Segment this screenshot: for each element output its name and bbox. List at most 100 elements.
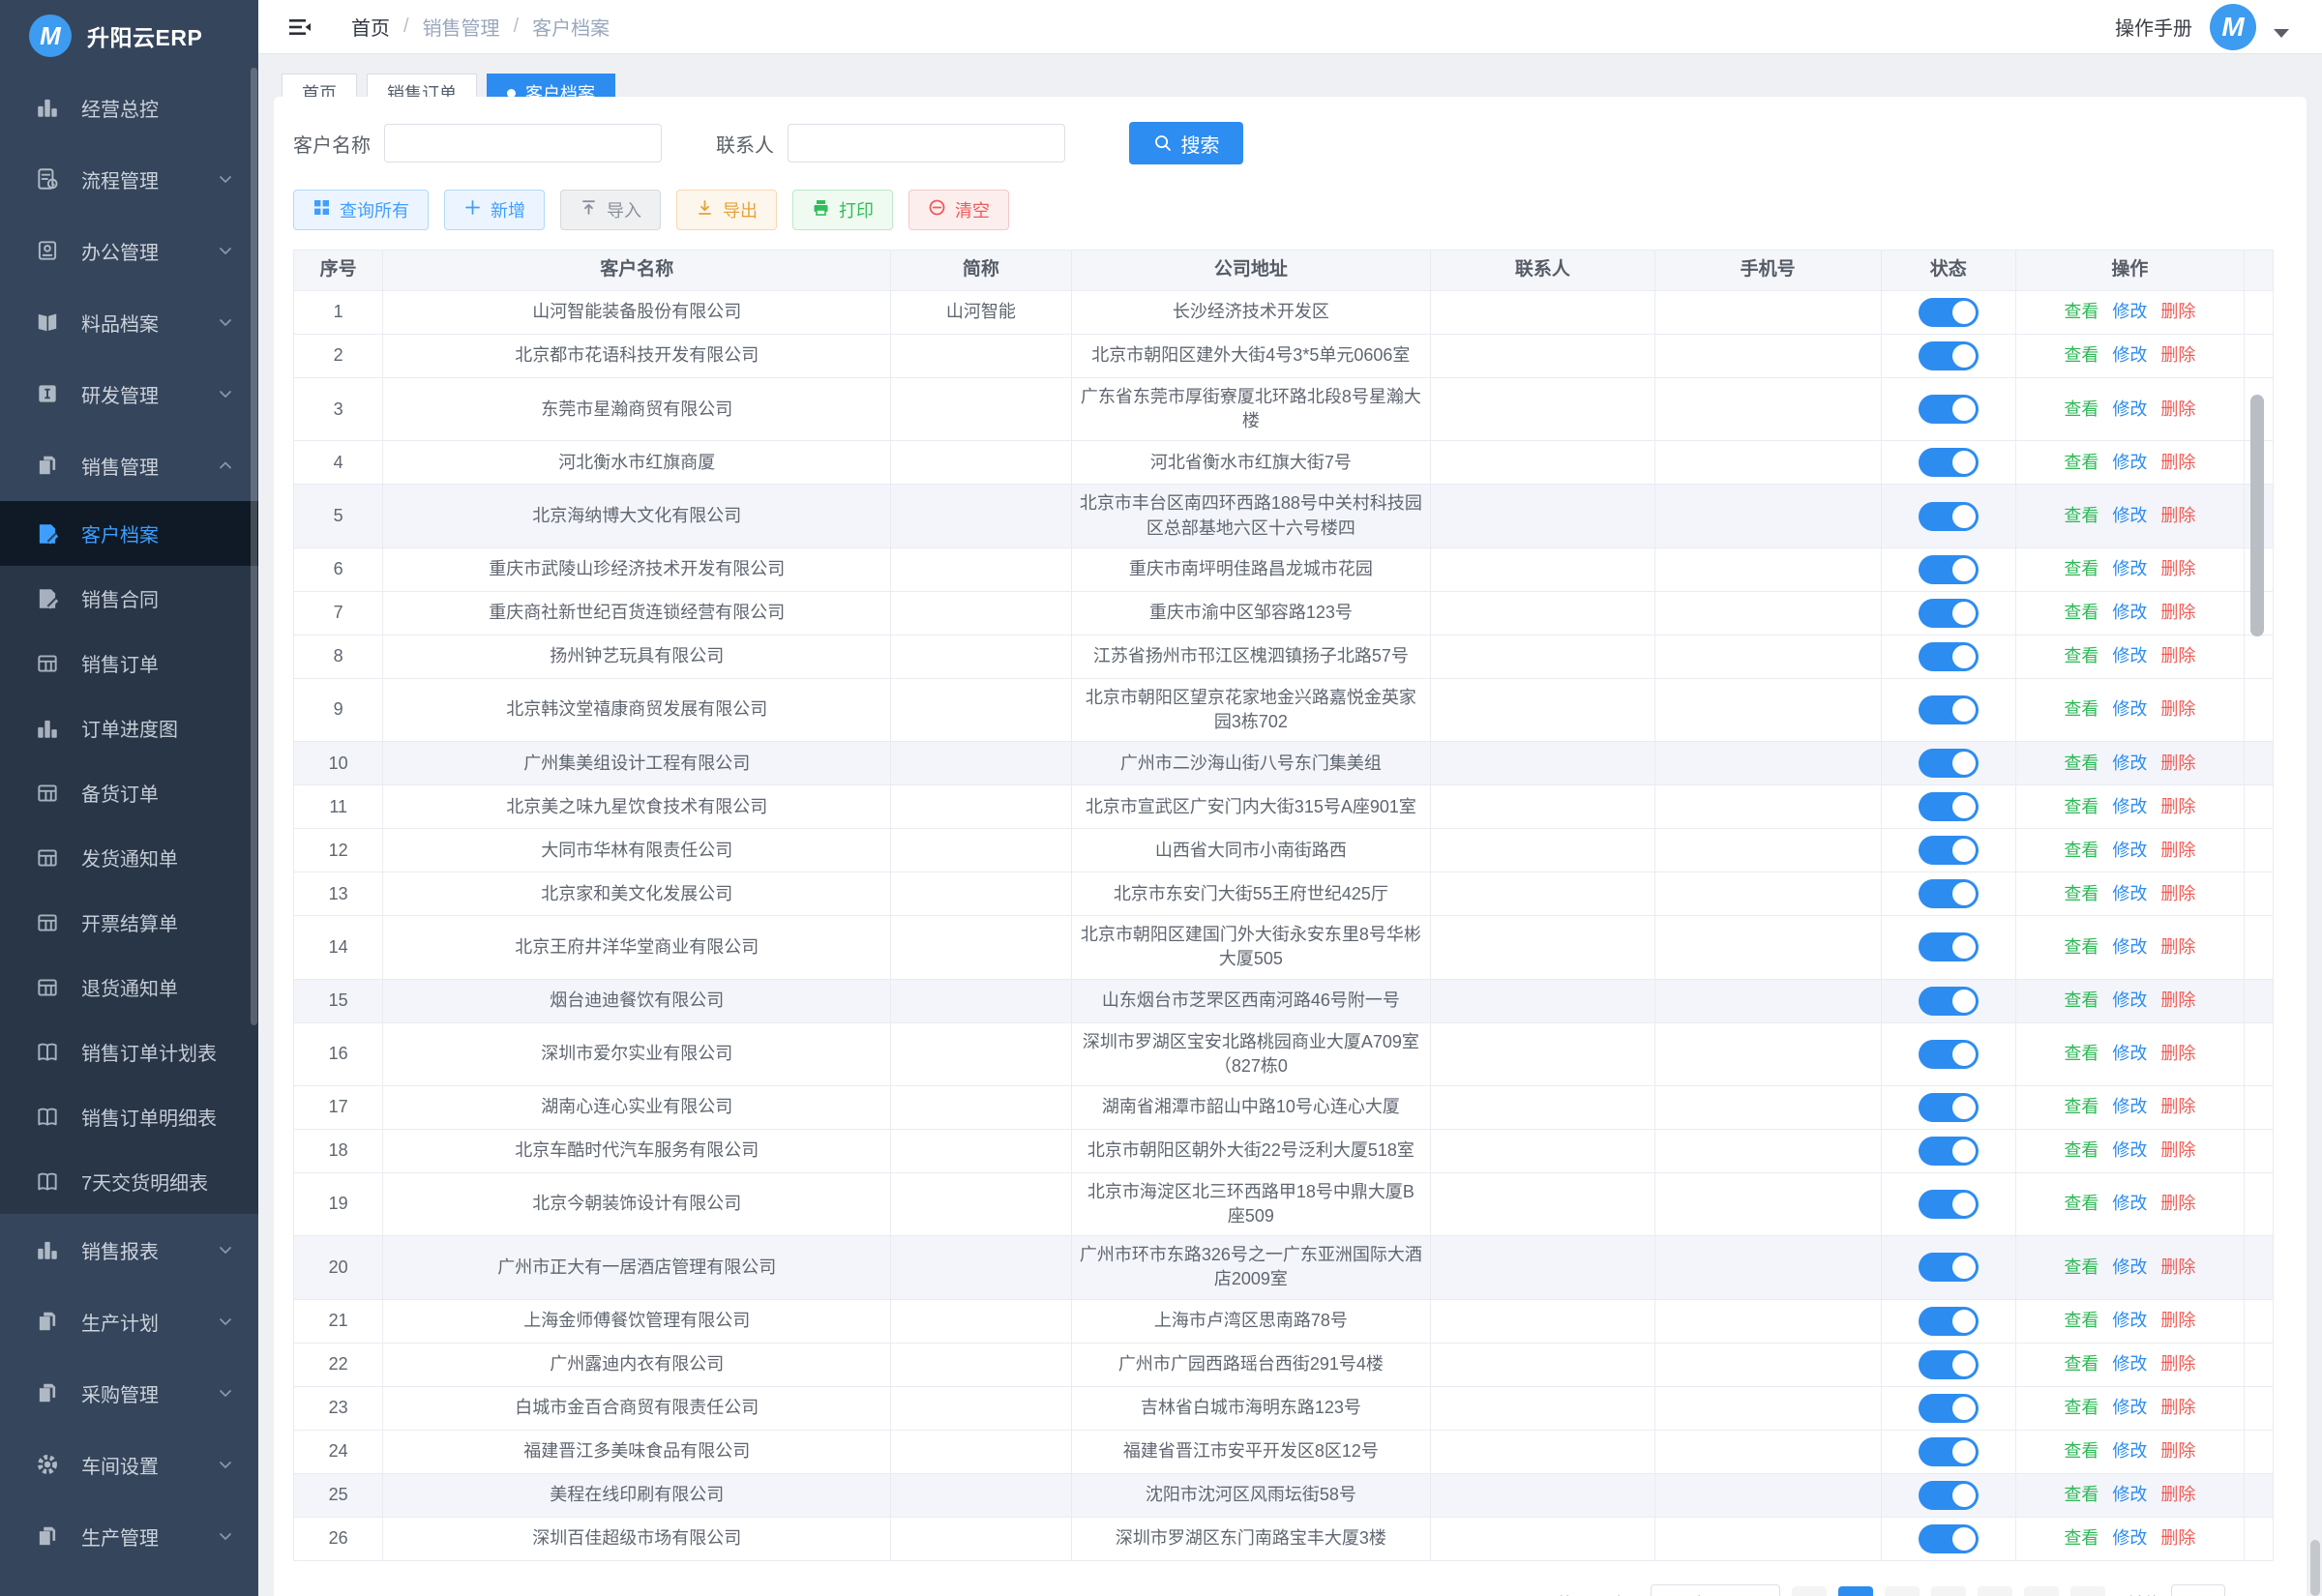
delete-link[interactable]: 删除: [2160, 559, 2195, 578]
contact-input[interactable]: [788, 124, 1065, 163]
tab-首页[interactable]: 首页: [282, 74, 357, 97]
status-toggle[interactable]: [1918, 695, 1979, 724]
goto-page-input[interactable]: [2171, 1583, 2225, 1596]
search-button[interactable]: 搜索: [1129, 122, 1243, 164]
status-toggle[interactable]: [1918, 879, 1979, 909]
edit-link[interactable]: 修改: [2112, 990, 2147, 1010]
sidebar-item-办公管理[interactable]: 办公管理: [0, 215, 258, 286]
status-toggle[interactable]: [1918, 641, 1979, 671]
edit-link[interactable]: 修改: [2112, 797, 2147, 816]
edit-link[interactable]: 修改: [2112, 1140, 2147, 1160]
view-link[interactable]: 查看: [2064, 797, 2099, 816]
sidebar-item-销售合同[interactable]: 销售合同: [0, 566, 258, 631]
sidebar-item-采购管理[interactable]: 采购管理: [0, 1357, 258, 1429]
delete-link[interactable]: 删除: [2160, 453, 2195, 472]
sidebar-item-退货通知单[interactable]: 退货通知单: [0, 955, 258, 1020]
status-toggle[interactable]: [1918, 1480, 1979, 1510]
sidebar-item-7天交货明细表[interactable]: 7天交货明细表: [0, 1149, 258, 1214]
tab-销售订单[interactable]: 销售订单: [367, 74, 477, 97]
status-toggle[interactable]: [1918, 1136, 1979, 1166]
user-avatar[interactable]: M: [2210, 3, 2256, 50]
edit-link[interactable]: 修改: [2112, 1354, 2147, 1374]
edit-link[interactable]: 修改: [2112, 1044, 2147, 1063]
edit-link[interactable]: 修改: [2112, 841, 2147, 860]
sidebar-item-料品档案[interactable]: 料品档案: [0, 286, 258, 358]
delete-link[interactable]: 删除: [2160, 1044, 2195, 1063]
view-link[interactable]: 查看: [2064, 345, 2099, 365]
sidebar-item-销售报表[interactable]: 销售报表: [0, 1214, 258, 1286]
edit-link[interactable]: 修改: [2112, 1194, 2147, 1213]
status-toggle[interactable]: [1918, 792, 1979, 822]
sidebar-item-车间设置[interactable]: 车间设置: [0, 1429, 258, 1500]
view-link[interactable]: 查看: [2064, 1257, 2099, 1277]
status-toggle[interactable]: [1918, 1092, 1979, 1122]
status-toggle[interactable]: [1918, 1306, 1979, 1336]
edit-link[interactable]: 修改: [2112, 345, 2147, 365]
next-page-button[interactable]: ›: [2070, 1585, 2105, 1596]
delete-link[interactable]: 删除: [2160, 603, 2195, 622]
delete-link[interactable]: 删除: [2160, 302, 2195, 321]
status-toggle[interactable]: [1918, 1436, 1979, 1466]
view-link[interactable]: 查看: [2064, 1354, 2099, 1374]
tab-客户档案[interactable]: 客户档案: [487, 74, 615, 97]
delete-link[interactable]: 删除: [2160, 797, 2195, 816]
status-toggle[interactable]: [1918, 298, 1979, 327]
delete-link[interactable]: 删除: [2160, 1441, 2195, 1461]
view-link[interactable]: 查看: [2064, 1097, 2099, 1116]
page-button-5[interactable]: 5: [2024, 1585, 2059, 1596]
sidebar-scrollbar-thumb[interactable]: [251, 68, 257, 1025]
toolbar-button-查询所有[interactable]: 查询所有: [293, 190, 429, 230]
view-link[interactable]: 查看: [2064, 1044, 2099, 1063]
edit-link[interactable]: 修改: [2112, 754, 2147, 773]
edit-link[interactable]: 修改: [2112, 646, 2147, 665]
delete-link[interactable]: 删除: [2160, 345, 2195, 365]
status-toggle[interactable]: [1918, 448, 1979, 478]
view-link[interactable]: 查看: [2064, 302, 2099, 321]
delete-link[interactable]: 删除: [2160, 1311, 2195, 1330]
page-button-2[interactable]: 2: [1885, 1585, 1920, 1596]
status-toggle[interactable]: [1918, 598, 1979, 628]
page-button-1[interactable]: 1: [1838, 1585, 1873, 1596]
status-toggle[interactable]: [1918, 554, 1979, 584]
delete-link[interactable]: 删除: [2160, 1485, 2195, 1504]
edit-link[interactable]: 修改: [2112, 1485, 2147, 1504]
view-link[interactable]: 查看: [2064, 506, 2099, 525]
status-toggle[interactable]: [1918, 501, 1979, 531]
edit-link[interactable]: 修改: [2112, 884, 2147, 903]
customer-name-input[interactable]: [384, 124, 662, 163]
sidebar-item-销售订单明细表[interactable]: 销售订单明细表: [0, 1084, 258, 1149]
sidebar-item-开票结算单[interactable]: 开票结算单: [0, 890, 258, 955]
view-link[interactable]: 查看: [2064, 559, 2099, 578]
page-scrollbar-thumb[interactable]: [2310, 1540, 2320, 1596]
sidebar-item-研发管理[interactable]: 研发管理: [0, 358, 258, 429]
toolbar-button-导入[interactable]: 导入: [560, 190, 661, 230]
page-button-4[interactable]: 4: [1978, 1585, 2012, 1596]
sidebar-item-生产计划[interactable]: 生产计划: [0, 1286, 258, 1357]
delete-link[interactable]: 删除: [2160, 646, 2195, 665]
edit-link[interactable]: 修改: [2112, 399, 2147, 419]
edit-link[interactable]: 修改: [2112, 1311, 2147, 1330]
sidebar-item-销售管理[interactable]: 销售管理: [0, 429, 258, 501]
sidebar-item-订单进度图[interactable]: 订单进度图: [0, 695, 258, 760]
view-link[interactable]: 查看: [2064, 937, 2099, 957]
edit-link[interactable]: 修改: [2112, 1257, 2147, 1277]
sidebar-collapse-icon[interactable]: [285, 13, 314, 42]
delete-link[interactable]: 删除: [2160, 990, 2195, 1010]
breadcrumb-sales[interactable]: 销售管理: [423, 13, 500, 41]
status-toggle[interactable]: [1918, 1039, 1979, 1069]
view-link[interactable]: 查看: [2064, 399, 2099, 419]
status-toggle[interactable]: [1918, 1253, 1979, 1283]
view-link[interactable]: 查看: [2064, 1398, 2099, 1417]
manual-link[interactable]: 操作手册: [2115, 13, 2192, 41]
view-link[interactable]: 查看: [2064, 646, 2099, 665]
toolbar-button-导出[interactable]: 导出: [676, 190, 777, 230]
view-link[interactable]: 查看: [2064, 1528, 2099, 1548]
edit-link[interactable]: 修改: [2112, 302, 2147, 321]
edit-link[interactable]: 修改: [2112, 1528, 2147, 1548]
prev-page-button[interactable]: ‹: [1792, 1585, 1827, 1596]
table-scrollbar-thumb[interactable]: [2250, 395, 2264, 636]
view-link[interactable]: 查看: [2064, 754, 2099, 773]
status-toggle[interactable]: [1918, 749, 1979, 779]
sidebar-item-加工车间[interactable]: 加工车间: [0, 1572, 258, 1596]
sidebar-item-发货通知单[interactable]: 发货通知单: [0, 825, 258, 890]
